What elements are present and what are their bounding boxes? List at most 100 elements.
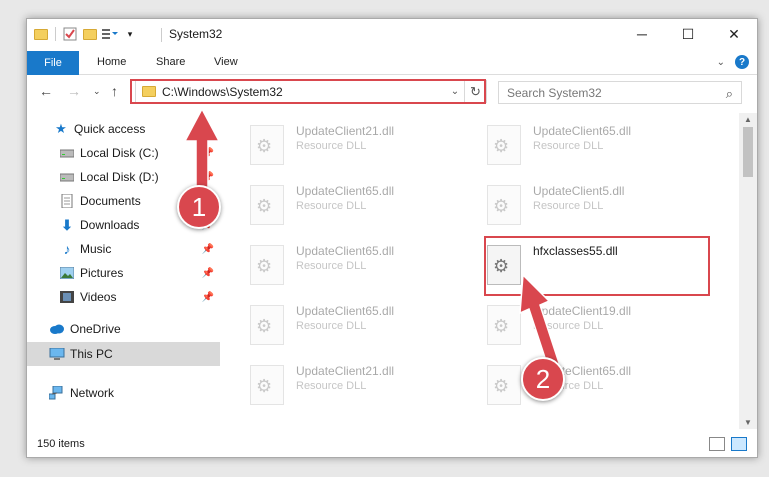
music-icon: ♪ — [63, 241, 71, 257]
documents-icon — [59, 194, 75, 208]
minimize-button[interactable]: ─ — [619, 19, 665, 49]
tab-view[interactable]: View — [214, 56, 238, 68]
pin-icon[interactable]: 📌 — [202, 292, 214, 303]
search-input[interactable]: Search System32 ⌕ — [498, 81, 742, 104]
scrollbar-thumb[interactable] — [743, 127, 753, 177]
list-item[interactable]: ⚙ UpdateClient65.dll Resource DLL — [250, 301, 480, 349]
sidebar-item-videos[interactable]: Videos 📌 — [27, 285, 220, 309]
sidebar-item-label: Downloads — [80, 218, 140, 232]
videos-icon — [59, 290, 75, 304]
forward-arrow-icon[interactable]: → — [67, 83, 81, 99]
close-button[interactable]: ✕ — [711, 19, 757, 49]
dll-file-icon: ⚙ — [250, 305, 284, 345]
view-toggle — [709, 437, 747, 451]
sidebar-item-network[interactable]: Network — [27, 381, 220, 405]
drive-icon — [59, 170, 75, 184]
step-badge-1: 1 — [177, 185, 221, 229]
list-item[interactable]: ⚙ UpdateClient65.dll Resource DLL — [250, 181, 480, 229]
dll-file-icon: ⚙ — [487, 125, 521, 165]
network-icon — [49, 386, 65, 400]
scroll-down-icon[interactable]: ▼ — [739, 418, 757, 427]
new-folder-icon[interactable] — [82, 26, 98, 42]
details-view-icon[interactable] — [709, 437, 725, 451]
list-item[interactable]: ⚙ UpdateClient21.dll Resource DLL — [250, 361, 480, 409]
sidebar-item-label: Network — [70, 386, 115, 400]
file-name: UpdateClient65.dll — [296, 244, 395, 258]
up-arrow-icon[interactable]: ↑ — [111, 83, 118, 99]
sidebar-item-label: Videos — [80, 290, 117, 304]
list-item[interactable]: ⚙ UpdateClient65.dll Resource DLL — [487, 121, 717, 169]
file-description: Resource DLL — [296, 320, 367, 332]
dll-file-icon: ⚙ — [487, 185, 521, 225]
dll-file-icon: ⚙ — [250, 365, 284, 405]
dll-file-icon: ⚙ — [250, 125, 284, 165]
file-name: UpdateClient21.dll — [296, 124, 395, 138]
sidebar-item-label: Documents — [80, 194, 141, 208]
list-item[interactable]: ⚙ UpdateClient5.dll Resource DLL — [487, 181, 717, 229]
sidebar-item-label: Local Disk (D:) — [80, 170, 159, 184]
dropdown-icon[interactable]: ▾ — [122, 26, 138, 42]
computer-icon — [49, 347, 65, 361]
divider — [55, 27, 56, 41]
file-description: Resource DLL — [296, 140, 367, 152]
sidebar-item-label: Pictures — [80, 266, 124, 280]
step-badge-2: 2 — [521, 357, 565, 401]
title-bar: ▾ System32 ─ ☐ ✕ — [27, 19, 757, 51]
dll-file-icon: ⚙ — [250, 245, 284, 285]
item-count: 150 items — [37, 438, 85, 450]
pin-icon[interactable]: 📌 — [202, 268, 214, 279]
dll-file-icon: ⚙ — [250, 185, 284, 225]
sidebar-item-label: Music — [80, 242, 112, 256]
download-icon: ⬇ — [61, 216, 73, 233]
quick-access-toolbar: ▾ — [33, 26, 138, 42]
ribbon: File Home Share View ⌄ ? — [27, 51, 757, 75]
help-icon[interactable]: ? — [735, 55, 749, 69]
sidebar-item-onedrive[interactable]: OneDrive — [27, 317, 220, 341]
file-description: Resource DLL — [296, 200, 367, 212]
status-bar: 150 items — [27, 433, 757, 457]
sidebar-item-music[interactable]: ♪ Music 📌 — [27, 237, 220, 261]
divider — [161, 28, 162, 42]
file-name: UpdateClient65.dll — [296, 184, 395, 198]
sidebar-item-label: Quick access — [74, 122, 146, 136]
cloud-icon — [49, 322, 65, 336]
back-arrow-icon[interactable]: ← — [39, 83, 53, 99]
highlight-address-box — [130, 79, 486, 104]
tab-share[interactable]: Share — [156, 56, 185, 68]
sidebar-item-label: This PC — [70, 347, 113, 361]
file-description: Resource DLL — [296, 380, 367, 392]
recent-locations-icon[interactable]: ⌄ — [93, 86, 101, 97]
sidebar-item-label: OneDrive — [70, 322, 121, 336]
chevron-down-icon[interactable]: ⌄ — [717, 57, 725, 68]
file-description: Resource DLL — [533, 140, 604, 152]
list-item[interactable]: ⚙ UpdateClient65.dll Resource DLL — [250, 241, 480, 289]
tab-home[interactable]: Home — [97, 56, 126, 68]
customize-qat-icon[interactable] — [102, 26, 118, 42]
scroll-up-icon[interactable]: ▲ — [739, 115, 757, 124]
search-icon[interactable]: ⌕ — [726, 86, 733, 102]
properties-icon[interactable] — [62, 26, 78, 42]
window-title: System32 — [169, 27, 223, 41]
file-name: UpdateClient21.dll — [296, 364, 395, 378]
explorer-window: ▾ System32 ─ ☐ ✕ File Home Share View ⌄ … — [26, 18, 758, 458]
ribbon-right-controls: ⌄ ? — [717, 55, 749, 69]
drive-icon — [59, 146, 75, 160]
list-item[interactable]: ⚙ UpdateClient21.dll Resource DLL — [250, 121, 480, 169]
file-name: UpdateClient65.dll — [533, 124, 632, 138]
pictures-icon — [59, 266, 75, 280]
tab-file[interactable]: File — [27, 51, 79, 75]
window-controls: ─ ☐ ✕ — [619, 19, 757, 49]
maximize-button[interactable]: ☐ — [665, 19, 711, 49]
large-icons-view-icon[interactable] — [731, 437, 747, 451]
file-description: Resource DLL — [296, 260, 367, 272]
vertical-scrollbar[interactable]: ▲ ▼ — [739, 113, 757, 429]
search-placeholder: Search System32 — [507, 85, 602, 100]
file-name: UpdateClient65.dll — [296, 304, 395, 318]
sidebar-item-pictures[interactable]: Pictures 📌 — [27, 261, 220, 285]
star-icon: ★ — [55, 121, 67, 136]
sidebar-item-label: Local Disk (C:) — [80, 146, 159, 160]
pin-icon[interactable]: 📌 — [202, 244, 214, 255]
sidebar-item-this-pc[interactable]: This PC — [27, 342, 220, 366]
folder-icon[interactable] — [33, 26, 49, 42]
file-description: Resource DLL — [533, 200, 604, 212]
